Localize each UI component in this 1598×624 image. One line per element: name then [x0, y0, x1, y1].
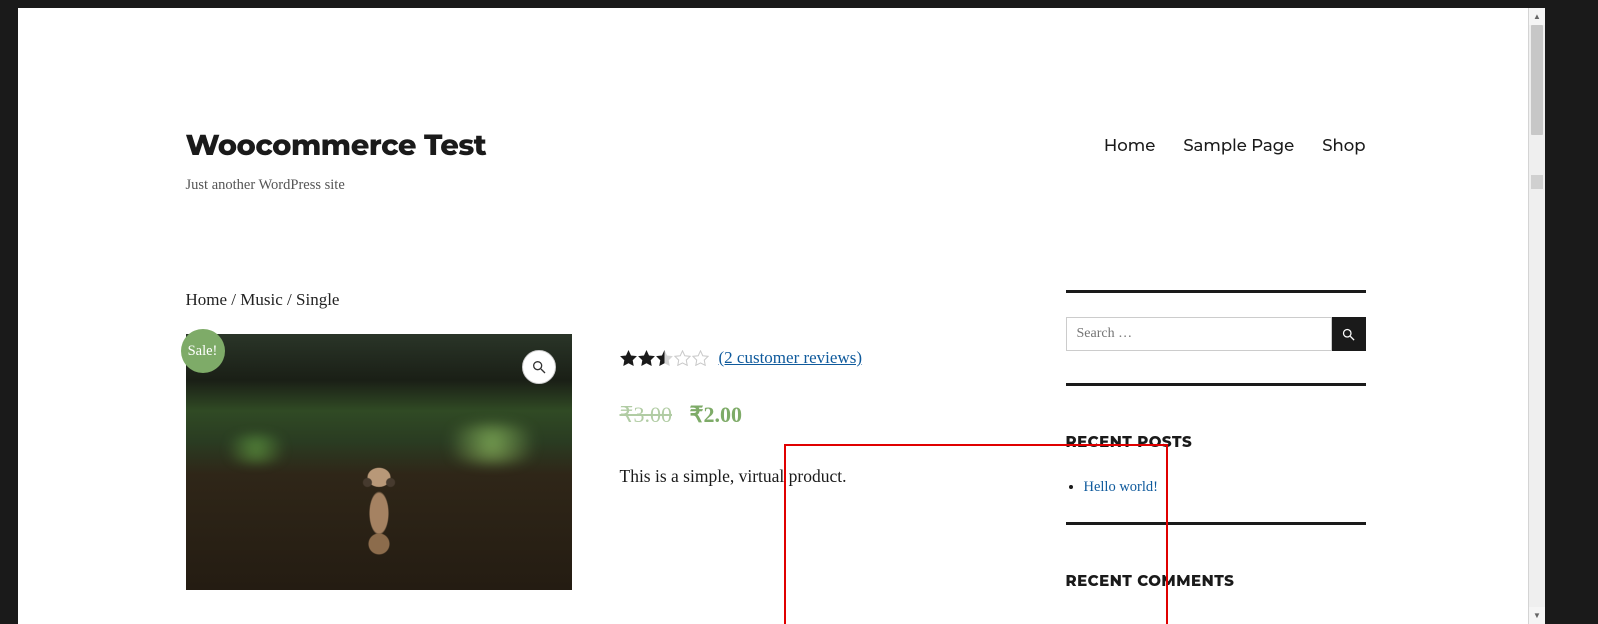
- star-icon: [620, 350, 637, 366]
- product-image-link[interactable]: [186, 334, 572, 590]
- product-gallery: Sale!: [186, 334, 572, 590]
- scrollbar[interactable]: ▲ ▼: [1528, 8, 1545, 624]
- search-input[interactable]: [1066, 317, 1332, 351]
- product-short-description: This is a simple, virtual product.: [620, 466, 986, 487]
- scroll-up-button[interactable]: ▲: [1529, 8, 1545, 25]
- breadcrumb-sep: /: [283, 290, 296, 309]
- widget-title: RECENT POSTS: [1066, 432, 1366, 451]
- site-tagline: Just another WordPress site: [186, 177, 487, 194]
- primary-nav: Home Sample Page Shop: [1104, 126, 1366, 156]
- star-outline-icon: [692, 350, 709, 366]
- divider: [1066, 522, 1366, 525]
- nav-item-shop[interactable]: Shop: [1322, 136, 1365, 156]
- site-header: Woocommerce Test Just another WordPress …: [186, 8, 1366, 194]
- magnifier-icon: [1341, 327, 1356, 342]
- nav-item-sample-page[interactable]: Sample Page: [1183, 136, 1294, 156]
- star-half-icon: [656, 350, 673, 366]
- star-icon: [638, 350, 655, 366]
- magnifier-icon: [531, 359, 547, 375]
- search-button[interactable]: [1332, 317, 1366, 351]
- product-image: [186, 334, 572, 590]
- scroll-track[interactable]: [1529, 25, 1545, 607]
- widget-title: RECENT COMMENTS: [1066, 571, 1366, 590]
- scroll-thumb[interactable]: [1531, 25, 1543, 135]
- star-outline-icon: [674, 350, 691, 366]
- divider: [1066, 383, 1366, 386]
- product-main: Home / Music / Single Sale!: [186, 290, 986, 624]
- price-new: 2.00: [704, 402, 743, 427]
- divider: [1066, 290, 1366, 293]
- star-rating: [620, 350, 709, 366]
- reviews-link[interactable]: (2 customer reviews): [719, 348, 863, 368]
- search-widget: [1066, 290, 1366, 386]
- recent-comments-widget: RECENT COMMENTS: [1066, 571, 1366, 590]
- zoom-button[interactable]: [522, 350, 556, 384]
- recent-post-link[interactable]: Hello world!: [1084, 479, 1159, 495]
- scroll-marker: [1531, 175, 1543, 189]
- site-title: Woocommerce Test: [186, 126, 487, 163]
- breadcrumb-music[interactable]: Music: [240, 290, 283, 309]
- breadcrumb-home[interactable]: Home: [186, 290, 228, 309]
- sale-badge: Sale!: [181, 329, 225, 373]
- site-title-link[interactable]: Woocommerce Test: [186, 128, 487, 163]
- breadcrumb-sep: /: [227, 290, 240, 309]
- product-summary: (2 customer reviews) ₹3.00 ₹2.00 This is…: [620, 334, 986, 590]
- product-price: ₹3.00 ₹2.00: [620, 402, 986, 428]
- breadcrumb: Home / Music / Single: [186, 290, 986, 310]
- currency-symbol: ₹: [620, 402, 634, 427]
- sidebar: RECENT POSTS Hello world! RECENT COMMENT…: [986, 290, 1366, 624]
- recent-posts-widget: RECENT POSTS Hello world!: [1066, 432, 1366, 525]
- breadcrumb-current: Single: [296, 290, 339, 309]
- list-item: Hello world!: [1084, 479, 1366, 496]
- nav-item-home[interactable]: Home: [1104, 136, 1155, 156]
- price-old: 3.00: [634, 402, 673, 427]
- currency-symbol: ₹: [690, 402, 704, 427]
- scroll-down-button[interactable]: ▼: [1529, 607, 1545, 624]
